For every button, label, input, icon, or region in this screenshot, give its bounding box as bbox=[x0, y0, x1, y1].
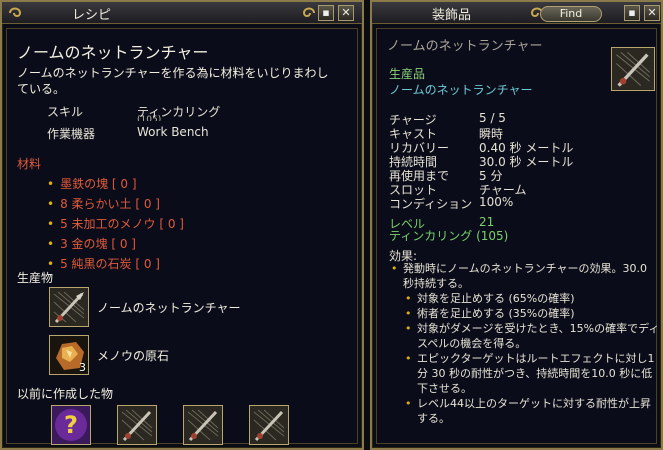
svg-text:?: ? bbox=[64, 411, 78, 439]
effect-sub-text: 対象を足止めする (65%の確率) bbox=[417, 292, 575, 305]
minimize-button[interactable]: ▪ bbox=[318, 5, 334, 21]
find-button[interactable]: Find bbox=[540, 6, 602, 22]
net-launcher-icon bbox=[118, 406, 156, 444]
material-item[interactable]: • 3 金の塊 [ 0 ] bbox=[47, 235, 136, 252]
recipe-titlebar[interactable]: レシピ ▪ ✕ bbox=[2, 2, 362, 24]
scroll-ornament-icon bbox=[9, 7, 22, 17]
detail-titlebar[interactable]: 装飾品 Find ▪ ✕ bbox=[372, 2, 661, 24]
effects-list: • 発動時にノームのネットランチャーの効果。30.0 秒持続する。 • 対象を足止め… bbox=[391, 261, 661, 426]
net-launcher-icon bbox=[612, 48, 654, 90]
material-item[interactable]: • 5 未加工のメノウ [ 0 ] bbox=[47, 215, 184, 232]
detail-body: ノームのネットランチャー 生産品 ノームのネットランチャー チャージ 5 / 5… bbox=[376, 28, 659, 444]
effect-main-text: 発動時にノームのネットランチャーの効果。30.0 秒持続する。 bbox=[403, 262, 648, 290]
stat-label: コンディション bbox=[389, 197, 473, 211]
effect-sub: • エピックターゲットはルートエフェクトに対し1分 30 秒の耐性がつき、持続時間… bbox=[405, 352, 655, 395]
recipe-description: ノームのネットランチャーを作る為に材料をいじりまわしている。 bbox=[17, 66, 329, 96]
station-value: Work Bench bbox=[137, 125, 209, 139]
material-label: 5 未加工のメノウ [ 0 ] bbox=[60, 217, 184, 231]
minimize-button[interactable]: ▪ bbox=[624, 5, 640, 21]
previous-item-slot[interactable] bbox=[183, 405, 223, 445]
detail-item-name: ノームのネットランチャー bbox=[387, 39, 543, 54]
effect-sub-text: 対象がダメージを受けたとき、15%の確率でディスペルの機会を得る。 bbox=[417, 322, 660, 350]
effect-sub-text: 術者を足止めする (35%の確率) bbox=[417, 307, 575, 320]
materials-heading: 材料 bbox=[17, 157, 42, 171]
detail-title: 装飾品 bbox=[432, 8, 472, 23]
product-quantity: 3 bbox=[79, 361, 86, 374]
effect-sub: • 対象がダメージを受けたとき、15%の確率でディスペルの機会を得る。 bbox=[405, 322, 660, 350]
detail-category: 生産品 bbox=[389, 67, 426, 81]
effect-sub: • レベル44以上のターゲットに対する耐性が上昇する。 bbox=[405, 397, 651, 425]
station-label: 作業機器 bbox=[47, 127, 96, 141]
stat-value: 100% bbox=[479, 195, 514, 209]
scroll-ornament-icon bbox=[302, 7, 315, 17]
material-item[interactable]: • 8 柔らかい土 [ 0 ] bbox=[47, 195, 160, 212]
effect-sub-text: レベル44以上のターゲットに対する耐性が上昇する。 bbox=[417, 397, 651, 425]
product-name: メノウの原石 bbox=[97, 349, 170, 363]
close-button[interactable]: ✕ bbox=[644, 5, 660, 21]
product-slot-agate-ore[interactable]: 3 bbox=[49, 335, 89, 375]
item-detail-window: 装飾品 Find ▪ ✕ ノームのネットランチャー 生産品 ノームのネットランチ… bbox=[370, 0, 663, 450]
skill-label: スキル bbox=[47, 105, 84, 119]
previous-item-slot[interactable] bbox=[249, 405, 289, 445]
material-label: 3 金の塊 [ 0 ] bbox=[60, 237, 136, 251]
net-launcher-icon bbox=[184, 406, 222, 444]
material-label: 8 柔らかい土 [ 0 ] bbox=[60, 197, 160, 211]
material-label: 墨鉄の塊 [ 0 ] bbox=[60, 177, 137, 191]
required-skill: ティンカリング (105) bbox=[389, 229, 509, 243]
effect-sub: • 術者を足止めする (35%の確率) bbox=[405, 307, 575, 320]
recipe-window: レシピ ▪ ✕ ノームのネットランチャー ノームのネットランチャーを作る為に材料… bbox=[0, 0, 364, 450]
net-launcher-icon bbox=[250, 406, 288, 444]
product-name: ノームのネットランチャー bbox=[97, 301, 241, 315]
material-item[interactable]: • 5 純黒の石炭 [ 0 ] bbox=[47, 255, 160, 272]
material-item[interactable]: • 墨鉄の塊 [ 0 ] bbox=[47, 175, 137, 192]
material-label: 5 純黒の石炭 [ 0 ] bbox=[60, 257, 160, 271]
stat-value: 5 / 5 bbox=[479, 111, 506, 125]
close-button[interactable]: ✕ bbox=[338, 5, 354, 21]
recipe-body: ノームのネットランチャー ノームのネットランチャーを作る為に材料をいじりまわして… bbox=[6, 28, 358, 445]
products-heading: 生産物 bbox=[17, 271, 54, 285]
detail-subtitle: ノームのネットランチャー bbox=[389, 83, 533, 97]
detail-item-icon-slot bbox=[611, 47, 655, 91]
recipe-title: レシピ bbox=[72, 8, 112, 23]
product-slot-net-launcher[interactable] bbox=[49, 287, 89, 327]
recipe-item-name: ノームのネットランチャー bbox=[17, 43, 209, 62]
previous-heading: 以前に作成した物 bbox=[17, 387, 114, 401]
skill-level: (105) bbox=[137, 115, 162, 121]
previous-item-slot[interactable]: ? bbox=[51, 405, 91, 445]
unknown-item-icon: ? bbox=[52, 406, 90, 444]
effect-sub: • 対象を足止めする (65%の確率) bbox=[405, 292, 575, 305]
previous-item-slot[interactable] bbox=[117, 405, 157, 445]
effect-main: • 発動時にノームのネットランチャーの効果。30.0 秒持続する。 bbox=[391, 262, 648, 290]
effect-sub-text: エピックターゲットはルートエフェクトに対し1分 30 秒の耐性がつき、持続時間を… bbox=[417, 352, 655, 395]
net-launcher-icon bbox=[50, 288, 88, 326]
